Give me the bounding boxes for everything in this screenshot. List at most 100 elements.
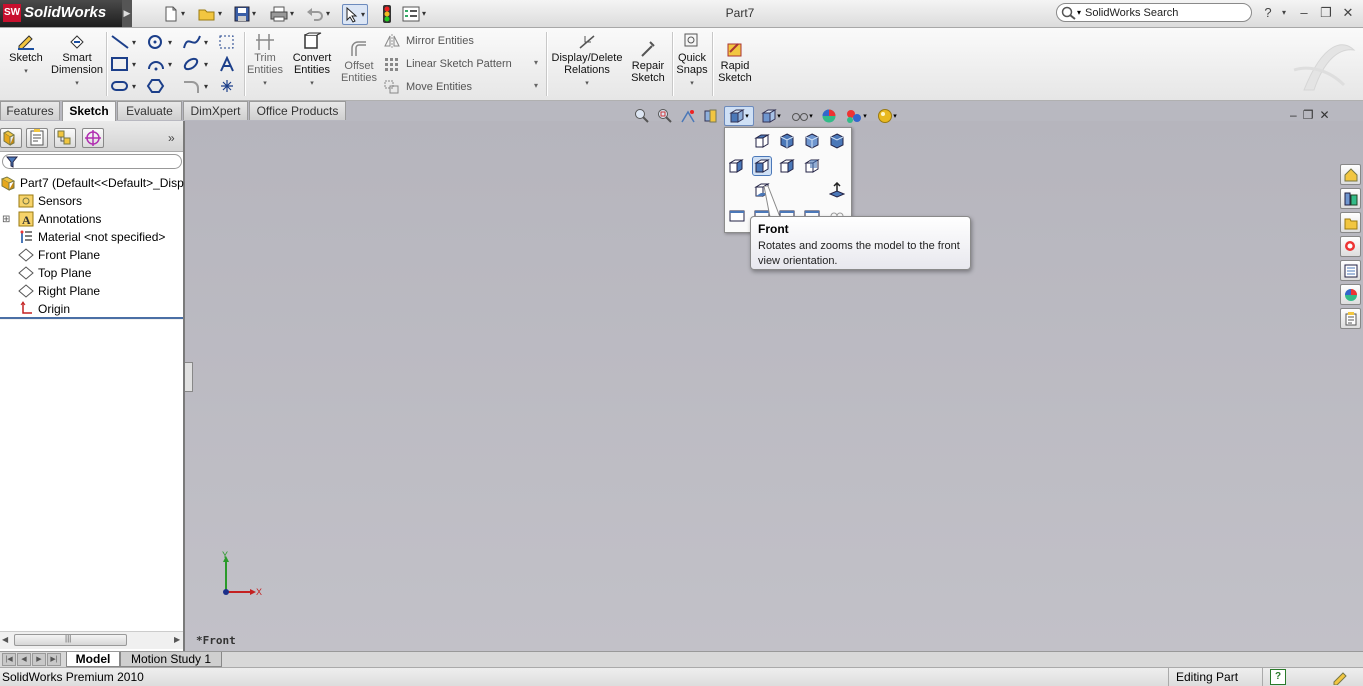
tree-item-material[interactable]: Material <not specified> — [18, 228, 165, 246]
ellipse-button[interactable]: ▾ — [182, 54, 208, 74]
view-palette-tab[interactable] — [1340, 260, 1361, 281]
viewport-restore-button[interactable]: ❐ — [1303, 108, 1314, 124]
undo-button[interactable]: ▾ — [306, 4, 330, 23]
scroll-right-icon[interactable]: ▶ — [174, 635, 180, 644]
pattern-dropdown-icon[interactable]: ▾ — [534, 58, 538, 67]
open-button[interactable]: ▾ — [198, 4, 222, 23]
tab-motion-study-1[interactable]: Motion Study 1 — [120, 652, 222, 667]
rectangle-button[interactable]: ▾ — [110, 54, 136, 74]
tree-filter-box[interactable] — [2, 154, 182, 169]
spline-button[interactable]: ▾ — [182, 32, 208, 52]
offset-entities-button[interactable]: Offset Entities — [338, 40, 380, 84]
design-library-tab[interactable] — [1340, 188, 1361, 209]
last-tab-button[interactable]: ▶| — [47, 653, 61, 666]
tab-features[interactable]: Features — [0, 101, 60, 120]
tab-evaluate[interactable]: Evaluate — [117, 101, 182, 120]
feature-manager-tab[interactable] — [0, 128, 22, 148]
move-dropdown-icon[interactable]: ▾ — [534, 81, 538, 90]
view-top-button[interactable] — [752, 131, 772, 151]
text-button[interactable] — [218, 54, 244, 74]
select-button[interactable]: ▾ — [342, 4, 369, 25]
construction-button[interactable] — [218, 32, 244, 52]
quick-tips-help-icon[interactable]: ? — [1270, 669, 1286, 685]
prev-tab-button[interactable]: ◀ — [17, 653, 31, 666]
solidworks-logo[interactable]: SW SolidWorks — [0, 0, 122, 27]
configuration-manager-tab[interactable] — [54, 128, 76, 148]
dimxpert-manager-tab[interactable] — [82, 128, 104, 148]
tab-office-products[interactable]: Office Products — [249, 101, 346, 120]
edit-appearance-button[interactable] — [819, 107, 839, 125]
minimize-button[interactable]: – — [1294, 4, 1314, 22]
zoom-to-fit-button[interactable] — [632, 107, 652, 125]
tree-item-right-plane[interactable]: Right Plane — [18, 282, 100, 300]
view-right-button[interactable] — [777, 156, 797, 176]
apply-scene-button[interactable]: ▾ — [842, 107, 870, 125]
mirror-entities-button[interactable]: Mirror Entities — [384, 34, 474, 48]
viewport-minimize-button[interactable]: – — [1290, 108, 1297, 124]
first-tab-button[interactable]: |◀ — [2, 653, 16, 666]
repair-sketch-button[interactable]: Repair Sketch — [628, 40, 668, 84]
close-button[interactable]: ✕ — [1338, 4, 1358, 22]
tree-horizontal-scrollbar[interactable]: ◀ ||| ▶ — [0, 631, 183, 649]
previous-view-button[interactable] — [678, 107, 698, 125]
expand-plus-icon[interactable]: ⊞ — [2, 214, 12, 225]
print-button[interactable]: ▾ — [270, 4, 294, 23]
rebuild-status-pencil-icon[interactable] — [1332, 669, 1350, 685]
convert-entities-button[interactable]: Convert Entities ▾ — [288, 32, 336, 90]
rapid-sketch-button[interactable]: Rapid Sketch — [716, 40, 754, 84]
view-settings-button[interactable]: ▾ — [873, 107, 901, 125]
restore-button[interactable]: ❐ — [1316, 4, 1336, 22]
linear-sketch-pattern-button[interactable]: Linear Sketch Pattern — [384, 57, 512, 71]
panel-collapse-handle[interactable] — [185, 362, 193, 392]
tree-item-front-plane[interactable]: Front Plane — [18, 246, 100, 264]
tab-dimxpert[interactable]: DimXpert — [183, 101, 248, 120]
search-results-tab[interactable] — [1340, 236, 1361, 257]
menu-expand-arrow-icon[interactable]: ▶ — [122, 0, 132, 27]
viewport-close-button[interactable]: ✕ — [1319, 108, 1329, 124]
zoom-to-area-button[interactable] — [655, 107, 675, 125]
file-explorer-tab[interactable] — [1340, 212, 1361, 233]
single-view-button[interactable] — [727, 206, 747, 226]
view-dimetric-button[interactable] — [827, 131, 847, 151]
new-document-button[interactable]: ▾ — [163, 4, 185, 23]
next-tab-button[interactable]: ▶ — [32, 653, 46, 666]
circle-button[interactable]: ▾ — [146, 32, 172, 52]
line-button[interactable]: ▾ — [110, 32, 136, 52]
fillet-button[interactable]: ▾ — [182, 76, 208, 96]
tree-item-origin[interactable]: Origin — [18, 300, 70, 318]
arc-button[interactable]: ▾ — [146, 54, 172, 74]
point-button[interactable] — [218, 76, 244, 96]
options-button[interactable]: ▾ — [402, 4, 426, 23]
quick-snaps-button[interactable]: Quick Snaps ▾ — [674, 32, 710, 90]
tree-item-top-plane[interactable]: Top Plane — [18, 264, 91, 282]
search-input[interactable] — [1083, 5, 1248, 20]
normal-to-button[interactable] — [827, 180, 847, 200]
move-entities-button[interactable]: Move Entities — [384, 80, 472, 94]
view-trimetric-button[interactable] — [802, 131, 822, 151]
smart-dimension-button[interactable]: Smart Dimension ▾ — [50, 32, 104, 90]
display-delete-relations-button[interactable]: Display/Delete Relations ▾ — [550, 32, 624, 90]
view-left-button[interactable] — [727, 156, 747, 176]
tab-sketch[interactable]: Sketch — [62, 101, 116, 122]
scroll-left-icon[interactable]: ◀ — [2, 635, 8, 644]
search-box[interactable]: ▾ — [1056, 3, 1252, 22]
help-dropdown-icon[interactable]: ▾ — [1274, 4, 1294, 22]
tree-item-sensors[interactable]: Sensors — [18, 192, 82, 210]
appearances-tab[interactable] — [1340, 284, 1361, 305]
view-back-button[interactable] — [802, 156, 822, 176]
hide-show-items-button[interactable]: ▾ — [788, 107, 816, 125]
view-isometric-button[interactable] — [777, 131, 797, 151]
view-front-button[interactable] — [752, 156, 772, 176]
view-orientation-button[interactable]: ▾ — [724, 106, 754, 126]
sketch-button[interactable]: Sketch ▾ — [6, 32, 46, 78]
trim-entities-button[interactable]: Trim Entities ▾ — [246, 32, 284, 90]
tree-item-annotations[interactable]: ⊞ A Annotations — [2, 210, 101, 228]
property-manager-tab[interactable] — [26, 128, 48, 148]
polygon-button[interactable] — [146, 76, 172, 96]
save-button[interactable]: ▾ — [234, 4, 256, 23]
solidworks-resources-tab[interactable] — [1340, 164, 1361, 185]
tree-root-part[interactable]: Part7 (Default<<Default>_Disp — [0, 174, 184, 192]
rebuild-button[interactable] — [382, 4, 392, 23]
custom-properties-tab[interactable] — [1340, 308, 1361, 329]
panel-expand-chevron-icon[interactable]: » — [168, 131, 175, 145]
